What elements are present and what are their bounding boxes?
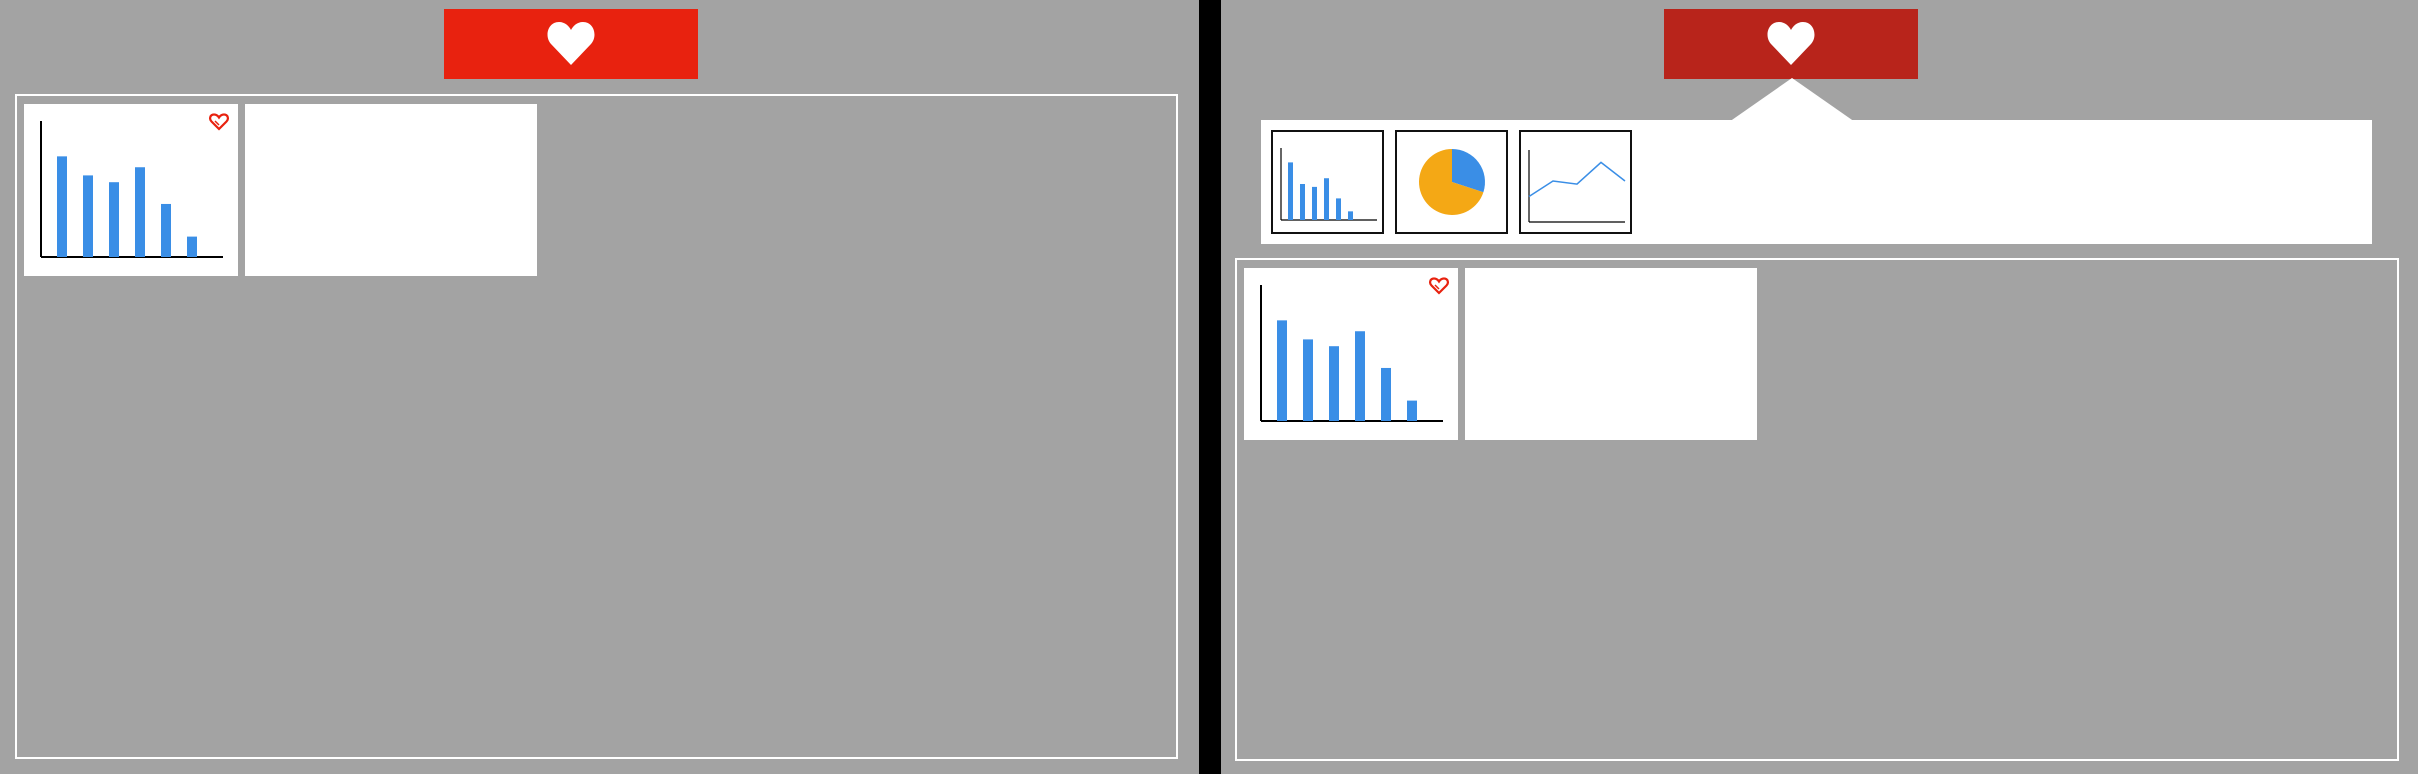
bar (161, 203, 171, 257)
right-panel (1221, 0, 2418, 774)
chart-card[interactable] (1244, 268, 1458, 440)
bar (109, 182, 119, 257)
bar-chart-icon (1280, 148, 1377, 221)
bar (1336, 198, 1341, 220)
favorite-button[interactable] (444, 9, 698, 79)
bar (1303, 339, 1313, 421)
favorite-button[interactable] (1664, 9, 1918, 79)
bar (135, 167, 145, 257)
bar (1300, 184, 1305, 220)
bar (83, 175, 93, 257)
bar (1407, 400, 1417, 421)
empty-card[interactable] (245, 104, 537, 276)
bar (1381, 367, 1391, 421)
bar-chart (1260, 285, 1443, 422)
pie-chart-icon (1419, 149, 1485, 215)
workspace-area (15, 94, 1178, 759)
chart-type-picker (1261, 120, 2372, 244)
line-chart-icon (1528, 150, 1626, 223)
empty-card[interactable] (1465, 268, 1757, 440)
heart-icon (1766, 20, 1816, 69)
bar (187, 236, 197, 257)
bar (1277, 320, 1287, 421)
series-line (1528, 161, 1626, 198)
line-chart-option[interactable] (1519, 130, 1632, 234)
workspace-area (1235, 258, 2399, 761)
bar (1348, 211, 1353, 220)
bar (57, 156, 67, 257)
heart-icon (546, 20, 596, 69)
bar (1288, 162, 1293, 220)
bar-chart (40, 121, 223, 258)
bar-chart-option[interactable] (1271, 130, 1384, 234)
chart-card[interactable] (24, 104, 238, 276)
bar (1329, 346, 1339, 421)
bar (1324, 178, 1329, 220)
left-panel (0, 0, 1199, 774)
pie-chart-option[interactable] (1395, 130, 1508, 234)
popover-pointer (1729, 78, 1855, 122)
bar (1312, 186, 1317, 220)
bar (1355, 331, 1365, 421)
